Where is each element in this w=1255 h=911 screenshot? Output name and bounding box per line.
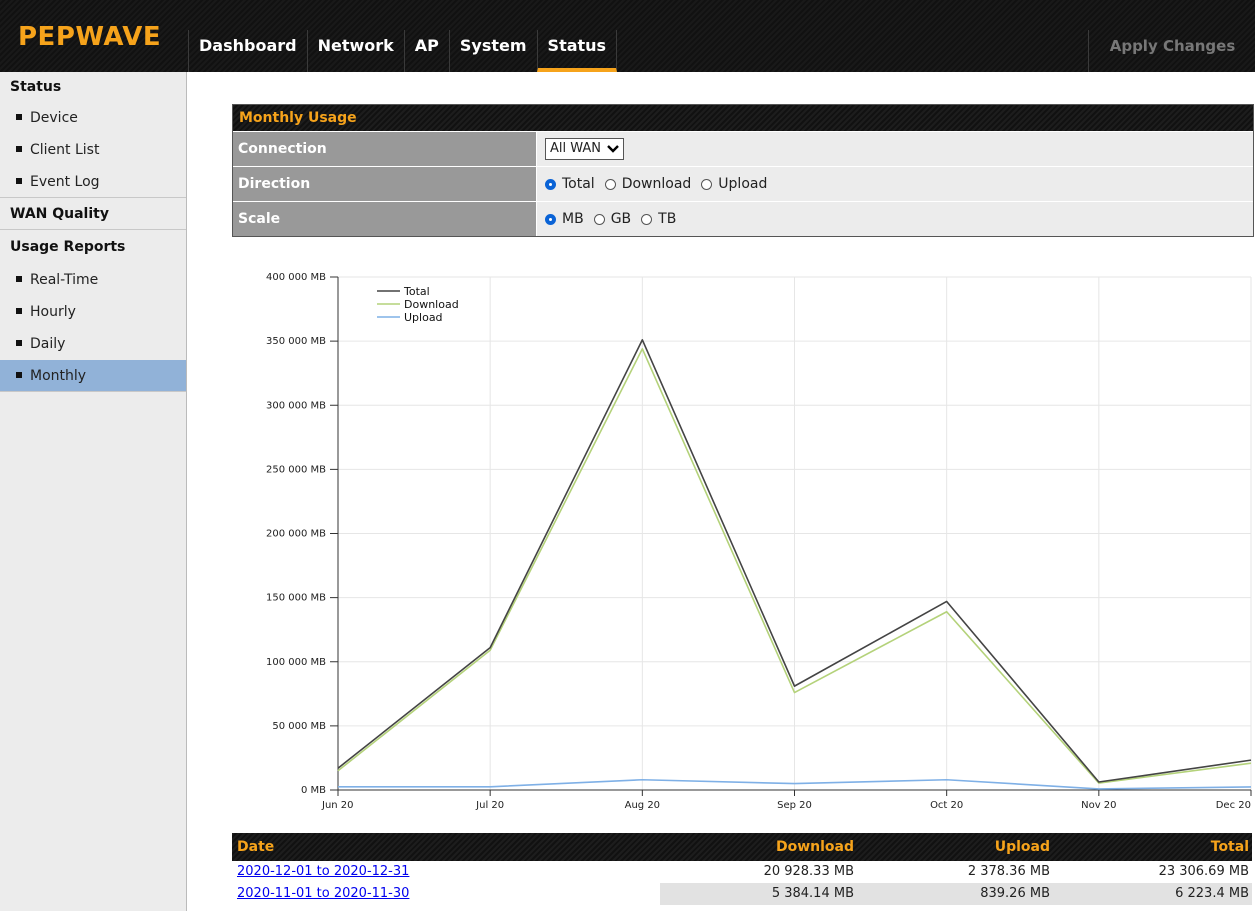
bullet-icon	[16, 308, 22, 314]
radio-label: Download	[621, 176, 692, 192]
panel-title: Monthly Usage	[233, 105, 1253, 131]
apply-changes-button[interactable]: Apply Changes	[1088, 30, 1255, 72]
total-cell: 23 306.69 MB	[1056, 861, 1252, 883]
download-cell: 20 928.33 MB	[660, 861, 860, 883]
tab-dashboard[interactable]: Dashboard	[188, 30, 307, 72]
x-tick-label: Nov 20	[1081, 800, 1116, 811]
main-nav: Dashboard Network AP System Status	[188, 30, 618, 72]
monthly-usage-chart: 0 MB 50 000 MB 100 000 MB 150 000 MB 200 000…	[266, 272, 1252, 811]
download-cell: 5 384.14 MB	[660, 883, 860, 905]
scale-mb-radio[interactable]	[545, 213, 556, 225]
scale-row: Scale MB GB TB	[233, 201, 1253, 236]
direction-total-radio[interactable]	[545, 178, 556, 190]
connection-select[interactable]: All WAN	[545, 138, 625, 160]
top-bar: PEPWAVE Dashboard Network AP System Stat…	[0, 0, 1255, 72]
sidebar-item-event-log[interactable]: Event Log	[0, 166, 186, 198]
sidebar-item-label: Monthly	[30, 368, 87, 384]
y-tick-label: 300 000 MB	[266, 400, 326, 411]
x-tick-label: Jun 20	[321, 800, 354, 811]
sidebar: Status Device Client List Event Log WAN …	[0, 72, 187, 911]
table-row: 2020-12-01 to 2020-12-31 20 928.33 MB 2 …	[232, 861, 1252, 883]
sidebar-item-label: Real-Time	[30, 272, 99, 288]
x-tick-label: Dec 20	[1216, 800, 1251, 811]
scale-label: Scale	[233, 202, 536, 236]
sidebar-item-hourly[interactable]: Hourly	[0, 296, 186, 328]
radio-label: MB	[562, 211, 584, 227]
tab-status[interactable]: Status	[536, 30, 618, 72]
x-tick-label: Sep 20	[777, 800, 812, 811]
radio-label: TB	[658, 211, 677, 227]
radio-label: Upload	[718, 176, 768, 192]
bullet-icon	[16, 276, 22, 282]
table-row: 2020-11-01 to 2020-11-30 5 384.14 MB 839…	[232, 883, 1252, 905]
bullet-icon	[16, 146, 22, 152]
radio-label: Total	[562, 176, 595, 192]
x-tick-label: Jul 20	[475, 800, 504, 811]
y-tick-label: 400 000 MB	[266, 272, 326, 283]
sidebar-item-label: Hourly	[30, 304, 76, 320]
y-tick-label: 150 000 MB	[266, 593, 326, 604]
y-tick-label: 50 000 MB	[272, 721, 326, 732]
table-header: Date Download Upload Total	[232, 833, 1252, 861]
connection-select-value: All WAN	[550, 141, 602, 156]
monthly-usage-panel: Monthly Usage Connection All WAN Directi…	[232, 104, 1254, 237]
pepwave-logo[interactable]: PEPWAVE	[18, 22, 161, 52]
sidebar-item-label: Device	[30, 110, 78, 126]
column-header-download: Download	[775, 839, 854, 855]
bullet-icon	[16, 340, 22, 346]
y-tick-label: 250 000 MB	[266, 464, 326, 475]
bullet-icon	[16, 178, 22, 184]
sidebar-item-daily[interactable]: Daily	[0, 328, 186, 360]
connection-label: Connection	[233, 132, 536, 166]
sidebar-item-label: Daily	[30, 336, 66, 352]
bullet-icon	[16, 372, 22, 378]
tab-network[interactable]: Network	[306, 30, 404, 72]
direction-row: Direction Total Download Upload	[233, 166, 1253, 201]
tab-ap[interactable]: AP	[403, 30, 449, 72]
sidebar-item-wan-quality[interactable]: WAN Quality	[0, 198, 186, 230]
bullet-icon	[16, 114, 22, 120]
legend-label: Upload	[404, 311, 443, 324]
x-tick-label: Oct 20	[930, 800, 963, 811]
scale-tb-radio[interactable]	[641, 213, 653, 225]
sidebar-item-label: Event Log	[30, 174, 100, 190]
usage-table: Date Download Upload Total 2020-12-01 to…	[232, 833, 1252, 905]
chevron-down-icon	[607, 145, 619, 153]
sidebar-item-monthly[interactable]: Monthly	[0, 360, 186, 392]
y-tick-label: 200 000 MB	[266, 529, 326, 540]
radio-label: GB	[610, 211, 632, 227]
legend-label: Total	[403, 285, 430, 298]
direction-upload-radio[interactable]	[701, 178, 713, 190]
date-range-link[interactable]: 2020-11-01 to 2020-11-30	[237, 886, 409, 901]
column-header-total: Total	[1210, 839, 1249, 855]
scale-gb-radio[interactable]	[593, 213, 605, 225]
y-tick-label: 0 MB	[301, 785, 326, 796]
y-tick-label: 350 000 MB	[266, 336, 326, 347]
column-header-date: Date	[237, 839, 275, 855]
sidebar-item-label: Client List	[30, 142, 100, 158]
total-cell: 6 223.4 MB	[1056, 883, 1252, 905]
column-header-upload: Upload	[994, 839, 1050, 855]
sidebar-item-real-time[interactable]: Real-Time	[0, 264, 186, 296]
tab-system[interactable]: System	[448, 30, 537, 72]
sidebar-heading-usage-reports: Usage Reports	[10, 239, 126, 255]
legend-label: Download	[404, 298, 459, 311]
upload-cell: 839.26 MB	[860, 883, 1056, 905]
direction-download-radio[interactable]	[604, 178, 616, 190]
x-tick-label: Aug 20	[625, 800, 660, 811]
sidebar-item-device[interactable]: Device	[0, 102, 186, 134]
sidebar-item-client-list[interactable]: Client List	[0, 134, 186, 166]
date-range-link[interactable]: 2020-12-01 to 2020-12-31	[237, 864, 409, 879]
upload-cell: 2 378.36 MB	[860, 861, 1056, 883]
direction-label: Direction	[233, 167, 536, 201]
sidebar-heading-status: Status	[10, 79, 62, 95]
y-tick-label: 100 000 MB	[266, 657, 326, 668]
connection-row: Connection All WAN	[233, 131, 1253, 166]
